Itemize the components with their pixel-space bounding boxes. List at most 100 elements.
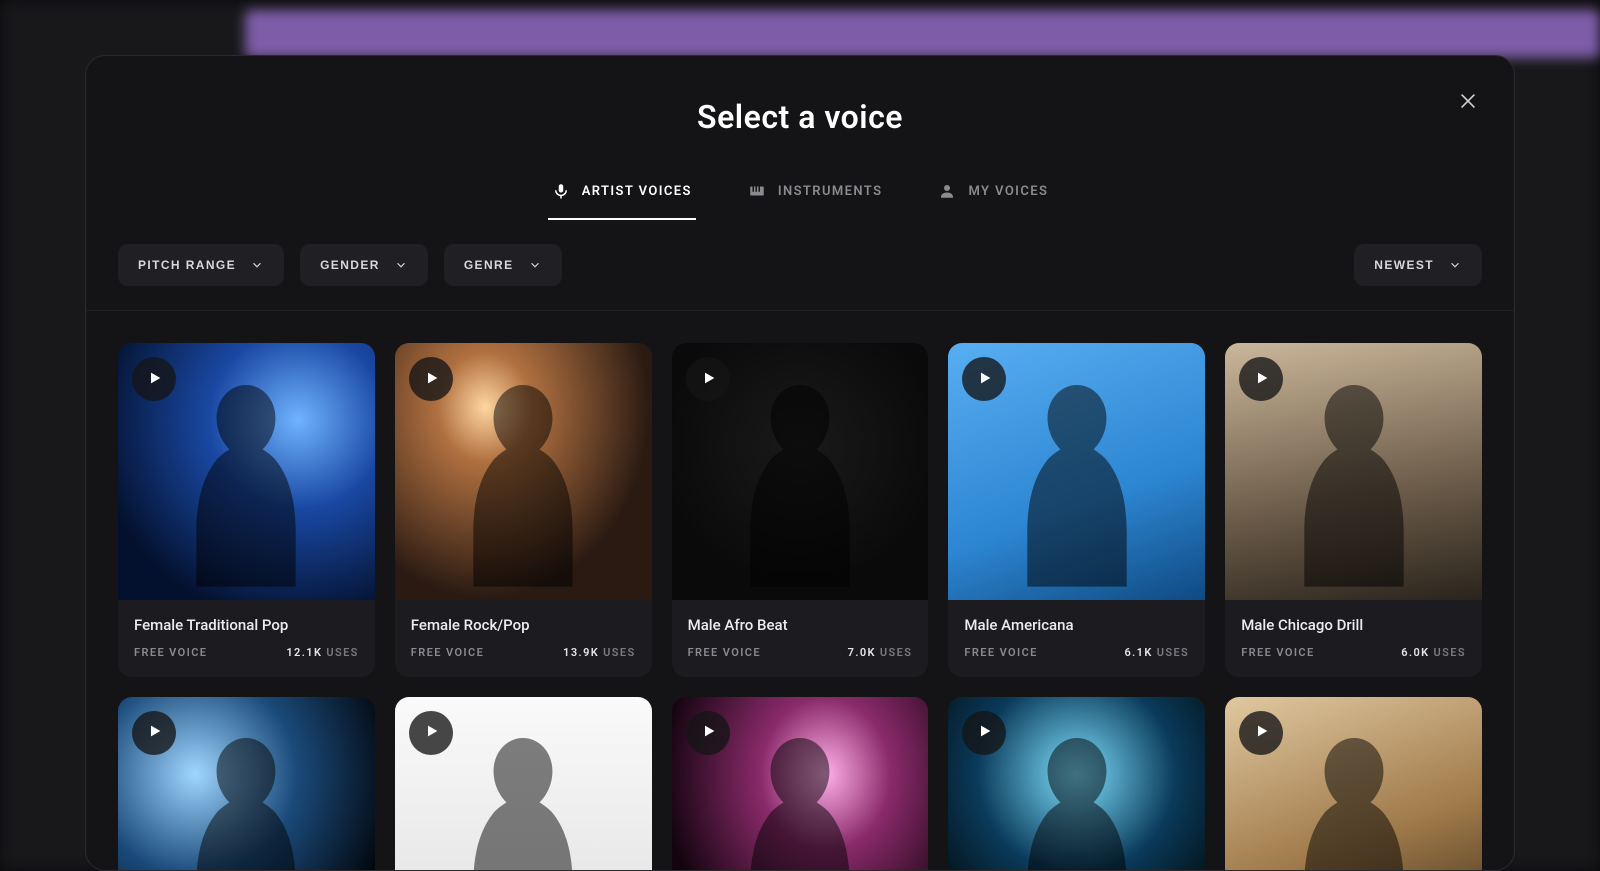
play-button[interactable] — [686, 357, 730, 401]
filter-label: PITCH RANGE — [138, 258, 236, 272]
play-button[interactable] — [132, 357, 176, 401]
play-button[interactable] — [1239, 357, 1283, 401]
voice-uses-label: USES — [326, 646, 358, 659]
voice-meta: FREE VOICE 6.0K USES — [1241, 646, 1466, 659]
voice-thumbnail — [1225, 697, 1482, 870]
voice-thumbnail — [948, 697, 1205, 870]
filter-genre[interactable]: GENRE — [444, 244, 562, 286]
play-icon — [422, 370, 440, 389]
voice-thumbnail — [118, 697, 375, 870]
play-icon — [975, 723, 993, 742]
filter-gender[interactable]: GENDER — [300, 244, 428, 286]
filter-label: GENDER — [320, 258, 380, 272]
voice-card[interactable]: Male Americana FREE VOICE 6.1K USES — [948, 343, 1205, 677]
voice-uses-label: USES — [603, 646, 635, 659]
filters-row: PITCH RANGE GENDER GENRE NEWEST — [86, 220, 1514, 311]
voice-card-body: Male Afro Beat FREE VOICE 7.0K USES — [672, 600, 929, 677]
tab-my-voices[interactable]: MY VOICES — [934, 168, 1052, 220]
person-icon — [938, 182, 956, 200]
tab-artist-voices[interactable]: ARTIST VOICES — [548, 168, 696, 220]
voice-uses-count: 12.1K — [286, 646, 322, 659]
voice-meta: FREE VOICE 6.1K USES — [964, 646, 1189, 659]
voice-grid-wrapper[interactable]: Female Traditional PopFREE VOICE12.1KUSE… — [86, 311, 1514, 870]
play-icon — [145, 723, 163, 742]
chevron-down-icon — [250, 258, 264, 272]
voice-uses: 6.0K USES — [1401, 646, 1466, 659]
voice-select-modal: Select a voice ARTIST VOICES INSTRUMENTS — [85, 55, 1515, 871]
voice-title: Male Afro Beat — [688, 616, 913, 634]
voice-uses-label: USES — [1157, 646, 1189, 659]
voice-card[interactable] — [395, 697, 652, 870]
voice-uses-label: USES — [880, 646, 912, 659]
play-icon — [699, 723, 717, 742]
filters-left: PITCH RANGE GENDER GENRE — [118, 244, 562, 286]
microphone-icon — [552, 182, 570, 200]
play-button[interactable] — [962, 711, 1006, 755]
voice-uses: 6.1K USES — [1124, 646, 1189, 659]
background-purple-bar — [245, 10, 1600, 58]
play-button[interactable] — [409, 711, 453, 755]
voice-tag: FREE VOICE — [688, 646, 761, 659]
play-button[interactable] — [409, 357, 453, 401]
voice-tag: FREE VOICE — [134, 646, 207, 659]
play-button[interactable] — [132, 711, 176, 755]
tab-label: INSTRUMENTS — [778, 184, 883, 199]
voice-card[interactable]: Male Chicago Drill FREE VOICE 6.0K USES — [1225, 343, 1482, 677]
sort-label: NEWEST — [1374, 258, 1434, 272]
voice-meta: FREE VOICE 13.9K USES — [411, 646, 636, 659]
play-icon — [1252, 723, 1270, 742]
voice-thumbnail — [672, 697, 929, 870]
voice-grid: Female Traditional PopFREE VOICE12.1KUSE… — [118, 343, 1482, 870]
play-icon — [975, 370, 993, 389]
filter-label: GENRE — [464, 258, 514, 272]
voice-thumbnail — [395, 697, 652, 870]
chevron-down-icon — [528, 258, 542, 272]
voice-card-body: Male Chicago Drill FREE VOICE 6.0K USES — [1225, 600, 1482, 677]
play-icon — [699, 370, 717, 389]
voice-uses: 12.1K USES — [286, 646, 358, 659]
voice-card-body: Male Americana FREE VOICE 6.1K USES — [948, 600, 1205, 677]
voice-card-body: Female Rock/Pop FREE VOICE 13.9K USES — [395, 600, 652, 677]
voice-uses-count: 6.1K — [1124, 646, 1152, 659]
tab-label: ARTIST VOICES — [582, 184, 692, 199]
voice-thumbnail — [948, 343, 1205, 600]
voice-title: Male Chicago Drill — [1241, 616, 1466, 634]
play-button[interactable] — [686, 711, 730, 755]
chevron-down-icon — [1448, 258, 1462, 272]
piano-icon — [748, 182, 766, 200]
voice-uses-count: 13.9K — [563, 646, 599, 659]
voice-meta: FREE VOICE 12.1K USES — [134, 646, 359, 659]
voice-card[interactable] — [118, 697, 375, 870]
voice-tag: FREE VOICE — [411, 646, 484, 659]
voice-thumbnail — [118, 343, 375, 600]
voice-uses-count: 6.0K — [1401, 646, 1429, 659]
chevron-down-icon — [394, 258, 408, 272]
voice-thumbnail — [672, 343, 929, 600]
play-icon — [422, 723, 440, 742]
voice-title: Male Americana — [964, 616, 1189, 634]
voice-thumbnail — [1225, 343, 1482, 600]
voice-uses-label: USES — [1434, 646, 1466, 659]
voice-card[interactable]: Female Traditional PopFREE VOICE12.1KUSE… — [118, 343, 375, 677]
close-button[interactable] — [1454, 88, 1482, 116]
voice-card[interactable] — [948, 697, 1205, 870]
play-button[interactable] — [1239, 711, 1283, 755]
tab-instruments[interactable]: INSTRUMENTS — [744, 168, 887, 220]
voice-thumbnail — [395, 343, 652, 600]
voice-uses-count: 7.0K — [848, 646, 876, 659]
voice-tag: FREE VOICE — [1241, 646, 1314, 659]
sort-button[interactable]: NEWEST — [1354, 244, 1482, 286]
voice-card[interactable]: Male Afro Beat FREE VOICE 7.0K USES — [672, 343, 929, 677]
voice-card[interactable] — [672, 697, 929, 870]
voice-card[interactable]: Female Rock/Pop FREE VOICE 13.9K USES — [395, 343, 652, 677]
play-icon — [1252, 370, 1270, 389]
voice-meta: FREE VOICE 7.0K USES — [688, 646, 913, 659]
voice-title: Female Rock/Pop — [411, 616, 636, 634]
voice-card[interactable] — [1225, 697, 1482, 870]
close-icon — [1457, 90, 1479, 115]
filter-pitch-range[interactable]: PITCH RANGE — [118, 244, 284, 286]
voice-tag: FREE VOICE — [964, 646, 1037, 659]
voice-uses: 7.0K USES — [848, 646, 913, 659]
tab-bar: ARTIST VOICES INSTRUMENTS MY VOICES — [86, 168, 1514, 220]
voice-card-body: Female Traditional PopFREE VOICE12.1KUSE… — [118, 600, 375, 677]
